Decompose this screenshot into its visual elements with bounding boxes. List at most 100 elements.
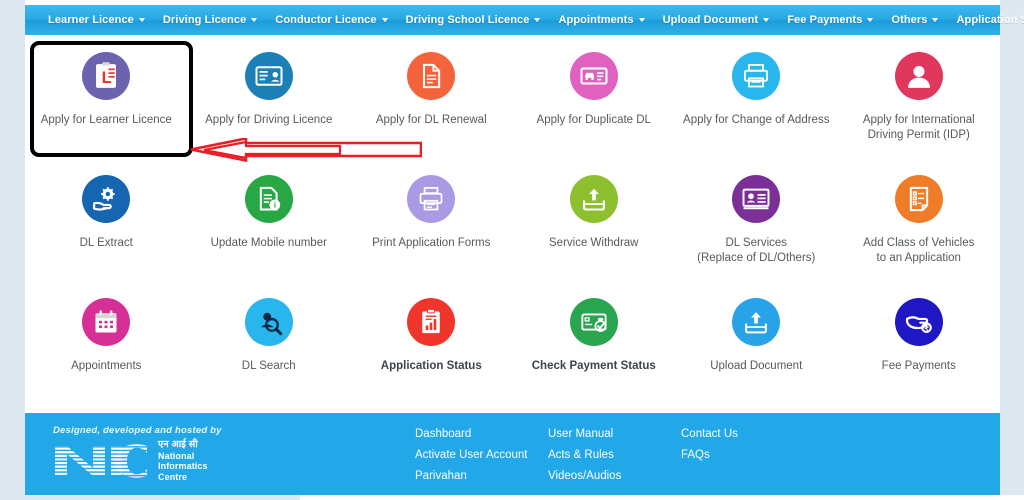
hand-coin-icon: ₹: [894, 298, 943, 346]
footer-links-column-3: Contact Us FAQs: [681, 413, 811, 462]
service-tile-application-status[interactable]: Application Status: [350, 286, 513, 396]
nav-item-label: Driving School Licence: [405, 14, 530, 26]
nav-item-application-status[interactable]: Application Status: [947, 5, 1024, 35]
service-tile-label: Application Status: [380, 360, 482, 372]
main-navigation: Learner Licence Driving Licence Conductor …: [25, 5, 1024, 35]
service-tile-update-mobile-number[interactable]: i Update Mobile number: [188, 163, 351, 286]
chevron-down-icon: [138, 18, 145, 22]
nav-item-label: Application Status: [956, 14, 1024, 26]
checklist-icon: [894, 175, 943, 223]
nav-item-learner-licence[interactable]: Learner Licence: [39, 5, 154, 35]
clipboard-chart-icon: [407, 298, 456, 346]
service-tile-label: Service Withdraw: [549, 237, 639, 249]
chevron-down-icon: [251, 18, 258, 22]
service-tile-print-application-forms[interactable]: Print Application Forms: [350, 163, 513, 286]
nav-item-driving-licence[interactable]: Driving Licence: [154, 5, 266, 35]
nav-item-label: Driving Licence: [162, 14, 247, 26]
chevron-down-icon: [867, 18, 874, 22]
service-tile-label: Appointments: [71, 360, 142, 372]
service-tile-apply-for-driving-licence[interactable]: Apply for Driving Licence: [188, 40, 351, 163]
nic-logo-words: एन आई सी National Informatics Centre: [158, 439, 208, 482]
svg-text:₹: ₹: [924, 325, 929, 333]
footer-link-user-manual[interactable]: User Manual: [548, 428, 681, 441]
service-tile-label: Add Class of Vehicles to an Application: [863, 237, 975, 264]
service-tile-upload-document[interactable]: Upload Document: [675, 286, 838, 396]
chevron-down-icon: [763, 18, 770, 22]
service-tile-label: Apply for Driving Licence: [205, 114, 333, 126]
nav-item-appointments[interactable]: Appointments: [549, 5, 653, 35]
nav-item-label: Upload Document: [662, 14, 759, 26]
nav-item-label: Fee Payments: [787, 14, 863, 26]
service-tile-label: DL Services (Replace of DL/Others): [697, 237, 816, 264]
service-tile-apply-for-duplicate-dl[interactable]: Apply for Duplicate DL: [513, 40, 676, 163]
service-tile-fee-payments[interactable]: ₹ Fee Payments: [838, 286, 1001, 396]
service-tile-label: DL Search: [241, 360, 296, 372]
designed-by-text: Designed, developed and hosted by: [53, 425, 222, 436]
service-tile-service-withdraw[interactable]: Service Withdraw: [513, 163, 676, 286]
nav-item-label: Appointments: [558, 14, 634, 26]
service-tile-apply-for-dl-renewal[interactable]: Apply for DL Renewal: [350, 40, 513, 163]
person-badge-icon: [894, 52, 943, 100]
service-tile-dl-extract[interactable]: DL Extract: [25, 163, 188, 286]
service-tile-label: Apply for DL Renewal: [375, 114, 487, 126]
nav-item-conductor-licence[interactable]: Conductor Licence: [266, 5, 396, 35]
service-tile-label: Print Application Forms: [372, 237, 491, 249]
service-tile-apply-for-change-of-address[interactable]: Apply for Change of Address: [675, 40, 838, 163]
printer-icon: [732, 52, 781, 100]
service-tile-check-payment-status[interactable]: Check Payment Status: [513, 286, 676, 396]
chevron-down-icon: [638, 18, 645, 22]
upload-arrow-icon: [732, 298, 781, 346]
nav-item-driving-school-licence[interactable]: Driving School Licence: [397, 5, 550, 35]
service-tile-label: Apply for Learner Licence: [40, 114, 172, 126]
footer-link-videos-audios[interactable]: Videos/Audios: [548, 470, 681, 483]
service-tile-appointments[interactable]: Appointments: [25, 286, 188, 396]
car-card-icon: [569, 52, 618, 100]
footer-link-activate-user-account[interactable]: Activate User Account: [415, 449, 548, 462]
page-root: Learner Licence Driving Licence Conductor …: [0, 0, 1024, 500]
svg-text:L: L: [102, 69, 112, 87]
footer-link-contact-us[interactable]: Contact Us: [681, 428, 811, 441]
nic-line-3: Centre: [158, 471, 188, 482]
service-tile-label: Check Payment Status: [531, 360, 656, 372]
nav-item-fee-payments[interactable]: Fee Payments: [778, 5, 882, 35]
document-icon: [407, 52, 456, 100]
service-tile-apply-for-learner-licence[interactable]: L Apply for Learner Licence: [25, 40, 188, 163]
window-bottom-strip: [0, 495, 1024, 500]
hand-gear-icon: [82, 175, 131, 223]
clipboard-l-icon: L: [82, 52, 131, 100]
calendar-icon: [82, 298, 131, 346]
nic-hindi-text: एन आई सी: [158, 439, 198, 450]
chevron-down-icon: [381, 18, 388, 22]
nav-item-label: Others: [891, 14, 928, 26]
service-tile-dl-services[interactable]: DL Services (Replace of DL/Others): [675, 163, 838, 286]
footer-links-column-1: Dashboard Activate User Account Parivahan: [415, 413, 548, 483]
person-search-icon: [244, 298, 293, 346]
service-tile-label: Apply for Duplicate DL: [536, 114, 651, 126]
services-grid: L Apply for Learner Licence Apply for Driv…: [25, 40, 1000, 410]
credit-card-check-icon: [569, 298, 618, 346]
chevron-down-icon: [932, 18, 939, 22]
chevron-down-icon: [534, 18, 541, 22]
person-list-icon: [732, 175, 781, 223]
footer-link-dashboard[interactable]: Dashboard: [415, 428, 548, 441]
nav-item-label: Conductor Licence: [275, 14, 377, 26]
nic-logo: एन आई सी National Informatics Centre: [53, 439, 415, 482]
service-tile-label: Fee Payments: [881, 360, 956, 372]
nic-line-2: Informatics: [158, 461, 208, 471]
print-forms-icon: [407, 175, 456, 223]
nic-logo-mark: [55, 444, 147, 478]
service-tile-label: Apply for Change of Address: [683, 114, 830, 126]
nav-item-label: Learner Licence: [48, 14, 134, 26]
service-tile-apply-for-international[interactable]: Apply for International Driving Permit (…: [838, 40, 1001, 163]
service-tile-dl-search[interactable]: DL Search: [188, 286, 351, 396]
footer-link-faqs[interactable]: FAQs: [681, 449, 811, 462]
service-tile-add-class-of-vehicles[interactable]: Add Class of Vehicles to an Application: [838, 163, 1001, 286]
nav-item-upload-document[interactable]: Upload Document: [654, 5, 779, 35]
document-info-icon: i: [244, 175, 293, 223]
service-tile-label: Upload Document: [710, 360, 803, 372]
footer-links-column-2: User Manual Acts & Rules Videos/Audios: [548, 413, 681, 483]
nav-item-others[interactable]: Others: [882, 5, 947, 35]
service-tile-label: Apply for International Driving Permit (…: [862, 114, 975, 141]
footer-link-parivahan[interactable]: Parivahan: [415, 470, 548, 483]
footer-link-acts-rules[interactable]: Acts & Rules: [548, 449, 681, 462]
